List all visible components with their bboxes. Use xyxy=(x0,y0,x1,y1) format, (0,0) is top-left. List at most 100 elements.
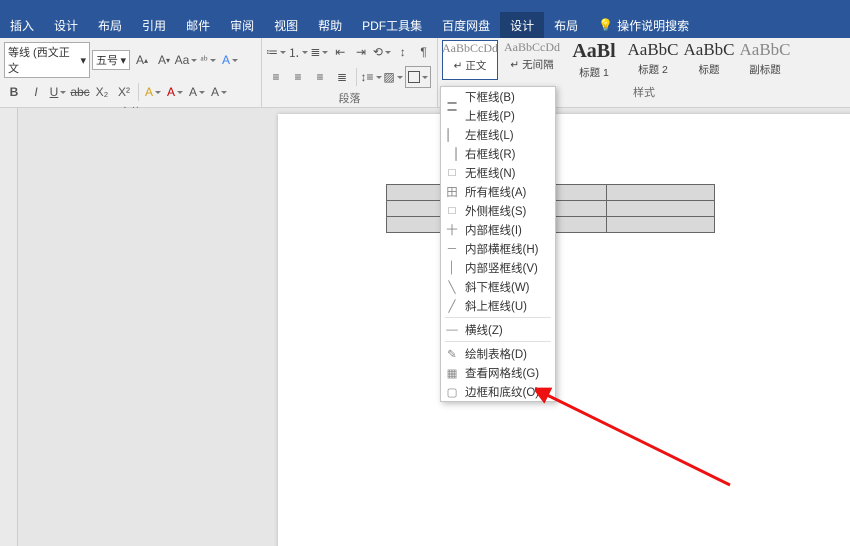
menu-inside-borders[interactable]: 十内部框线(I) xyxy=(441,220,555,239)
gridlines-icon: ▦ xyxy=(445,366,459,380)
text-highlight-button[interactable]: A xyxy=(143,82,163,102)
titlebar xyxy=(0,0,850,12)
tell-me-search[interactable]: 💡 操作说明搜索 xyxy=(588,17,699,34)
change-case-button[interactable]: Aa xyxy=(176,50,196,70)
tab-pdftools[interactable]: PDF工具集 xyxy=(352,12,432,38)
menu-diagonal-up[interactable]: ╱斜上框线(U) xyxy=(441,296,555,315)
annotation-arrow xyxy=(535,385,755,505)
underline-button[interactable]: U xyxy=(48,82,68,102)
multilevel-list-button[interactable]: ≣ xyxy=(310,42,329,62)
increase-font-button[interactable]: A▴ xyxy=(132,50,152,70)
style-label: 标题 xyxy=(699,62,720,77)
all-borders-icon: 田 xyxy=(445,185,459,199)
style-label: ↵ 无间隔 xyxy=(510,57,553,72)
align-left-button[interactable]: ≡ xyxy=(266,67,286,87)
tab-table-layout[interactable]: 布局 xyxy=(544,12,588,38)
tab-insert[interactable]: 插入 xyxy=(0,12,44,38)
style-label: 副标题 xyxy=(749,62,781,77)
menu-all-borders[interactable]: 田所有框线(A) xyxy=(441,182,555,201)
superscript-button[interactable]: X² xyxy=(114,82,134,102)
style-heading2[interactable]: AaBbC 标题 2 xyxy=(628,40,678,80)
shading-button[interactable]: ▨ xyxy=(383,67,403,87)
left-border-icon: ▏ xyxy=(445,128,459,142)
no-border-icon: □ xyxy=(445,166,459,180)
italic-button[interactable]: I xyxy=(26,82,46,102)
asian-layout-button[interactable]: ⟲ xyxy=(372,42,391,62)
tab-view[interactable]: 视图 xyxy=(264,12,308,38)
tab-table-design[interactable]: 设计 xyxy=(500,12,544,38)
style-label: 标题 2 xyxy=(638,62,668,77)
menu-inside-horizontal[interactable]: ─内部横框线(H) xyxy=(441,239,555,258)
line-spacing-button[interactable]: ↕≡ xyxy=(361,67,381,87)
left-panel xyxy=(0,108,18,546)
text-effects-button[interactable]: A xyxy=(220,50,240,70)
ribbon-tabs: 插入 设计 布局 引用 邮件 审阅 视图 帮助 PDF工具集 百度网盘 设计 布… xyxy=(0,12,850,38)
phonetic-guide-button[interactable]: ᵃᵇ xyxy=(198,50,218,70)
menu-bottom-border[interactable]: ▁下框线(B) xyxy=(441,87,555,106)
tab-mailings[interactable]: 邮件 xyxy=(176,12,220,38)
lightbulb-icon: 💡 xyxy=(598,18,613,32)
menu-right-border[interactable]: ▕右框线(R) xyxy=(441,144,555,163)
style-normal[interactable]: AaBbCcDd ↵ 正文 xyxy=(442,40,498,80)
align-center-button[interactable]: ≡ xyxy=(288,67,308,87)
justify-button[interactable]: ≣ xyxy=(332,67,352,87)
bullets-button[interactable]: ≔ xyxy=(266,42,286,62)
bold-button[interactable]: B xyxy=(4,82,24,102)
draw-table-icon: ✎ xyxy=(445,347,459,361)
tab-help[interactable]: 帮助 xyxy=(308,12,352,38)
char-border-button[interactable]: A xyxy=(209,82,229,102)
menu-left-border[interactable]: ▏左框线(L) xyxy=(441,125,555,144)
menu-diagonal-down[interactable]: ╲斜下框线(W) xyxy=(441,277,555,296)
style-preview: AaBbC xyxy=(740,40,791,60)
inside-borders-icon: 十 xyxy=(445,223,459,237)
font-color-button[interactable]: A xyxy=(165,82,185,102)
decrease-indent-button[interactable]: ⇤ xyxy=(331,42,350,62)
menu-draw-table[interactable]: ✎绘制表格(D) xyxy=(441,344,555,363)
menu-top-border[interactable]: ▔上框线(P) xyxy=(441,106,555,125)
tab-review[interactable]: 审阅 xyxy=(220,12,264,38)
decrease-font-button[interactable]: A▾ xyxy=(154,50,174,70)
numbering-button[interactable]: ⒈ xyxy=(288,42,308,62)
menu-horizontal-line[interactable]: —横线(Z) xyxy=(441,320,555,339)
show-marks-button[interactable]: ¶ xyxy=(414,42,433,62)
strikethrough-button[interactable]: abc xyxy=(70,82,90,102)
tab-layout[interactable]: 布局 xyxy=(88,12,132,38)
borders-button[interactable] xyxy=(405,66,431,88)
group-font: 等线 (西文正文▾ 五号▾ A▴ A▾ Aa ᵃᵇ A B I U abc X₂… xyxy=(0,38,262,107)
style-no-spacing[interactable]: AaBbCcDd ↵ 无间隔 xyxy=(504,40,560,80)
style-heading1[interactable]: AaBl 标题 1 xyxy=(566,40,622,80)
align-right-button[interactable]: ≡ xyxy=(310,67,330,87)
hline-icon: — xyxy=(445,323,459,337)
inside-h-icon: ─ xyxy=(445,242,459,256)
inside-v-icon: │ xyxy=(445,261,459,275)
style-label: 标题 1 xyxy=(579,65,609,80)
menu-view-gridlines[interactable]: ▦查看网格线(G) xyxy=(441,363,555,382)
style-title[interactable]: AaBbC 标题 xyxy=(684,40,734,80)
borders-icon xyxy=(408,71,420,83)
menu-outside-borders[interactable]: □外侧框线(S) xyxy=(441,201,555,220)
subscript-button[interactable]: X₂ xyxy=(92,82,112,102)
font-size-combo[interactable]: 五号▾ xyxy=(92,50,130,70)
tab-baidunetdisk[interactable]: 百度网盘 xyxy=(432,12,500,38)
outside-borders-icon: □ xyxy=(445,204,459,218)
separator xyxy=(356,68,357,86)
font-name-combo[interactable]: 等线 (西文正文▾ xyxy=(4,42,90,78)
menu-separator xyxy=(445,317,551,318)
increase-indent-button[interactable]: ⇥ xyxy=(352,42,371,62)
style-preview: AaBbCcDd xyxy=(504,40,560,55)
menu-separator xyxy=(445,341,551,342)
menu-inside-vertical[interactable]: │内部竖框线(V) xyxy=(441,258,555,277)
style-gallery[interactable]: AaBbCcDd ↵ 正文 AaBbCcDd ↵ 无间隔 AaBl 标题 1 A… xyxy=(438,38,850,82)
style-subtitle[interactable]: AaBbC 副标题 xyxy=(740,40,790,80)
style-preview: AaBbC xyxy=(684,40,735,60)
bottom-border-icon: ▁ xyxy=(445,90,459,104)
char-shading-button[interactable]: A xyxy=(187,82,207,102)
diag-down-icon: ╲ xyxy=(445,280,459,294)
menu-no-border[interactable]: □无框线(N) xyxy=(441,163,555,182)
style-preview: AaBbC xyxy=(628,40,679,60)
diag-up-icon: ╱ xyxy=(445,299,459,313)
tab-references[interactable]: 引用 xyxy=(132,12,176,38)
style-label: ↵ 正文 xyxy=(454,58,487,73)
sort-button[interactable]: ↕ xyxy=(393,42,412,62)
tab-design[interactable]: 设计 xyxy=(44,12,88,38)
